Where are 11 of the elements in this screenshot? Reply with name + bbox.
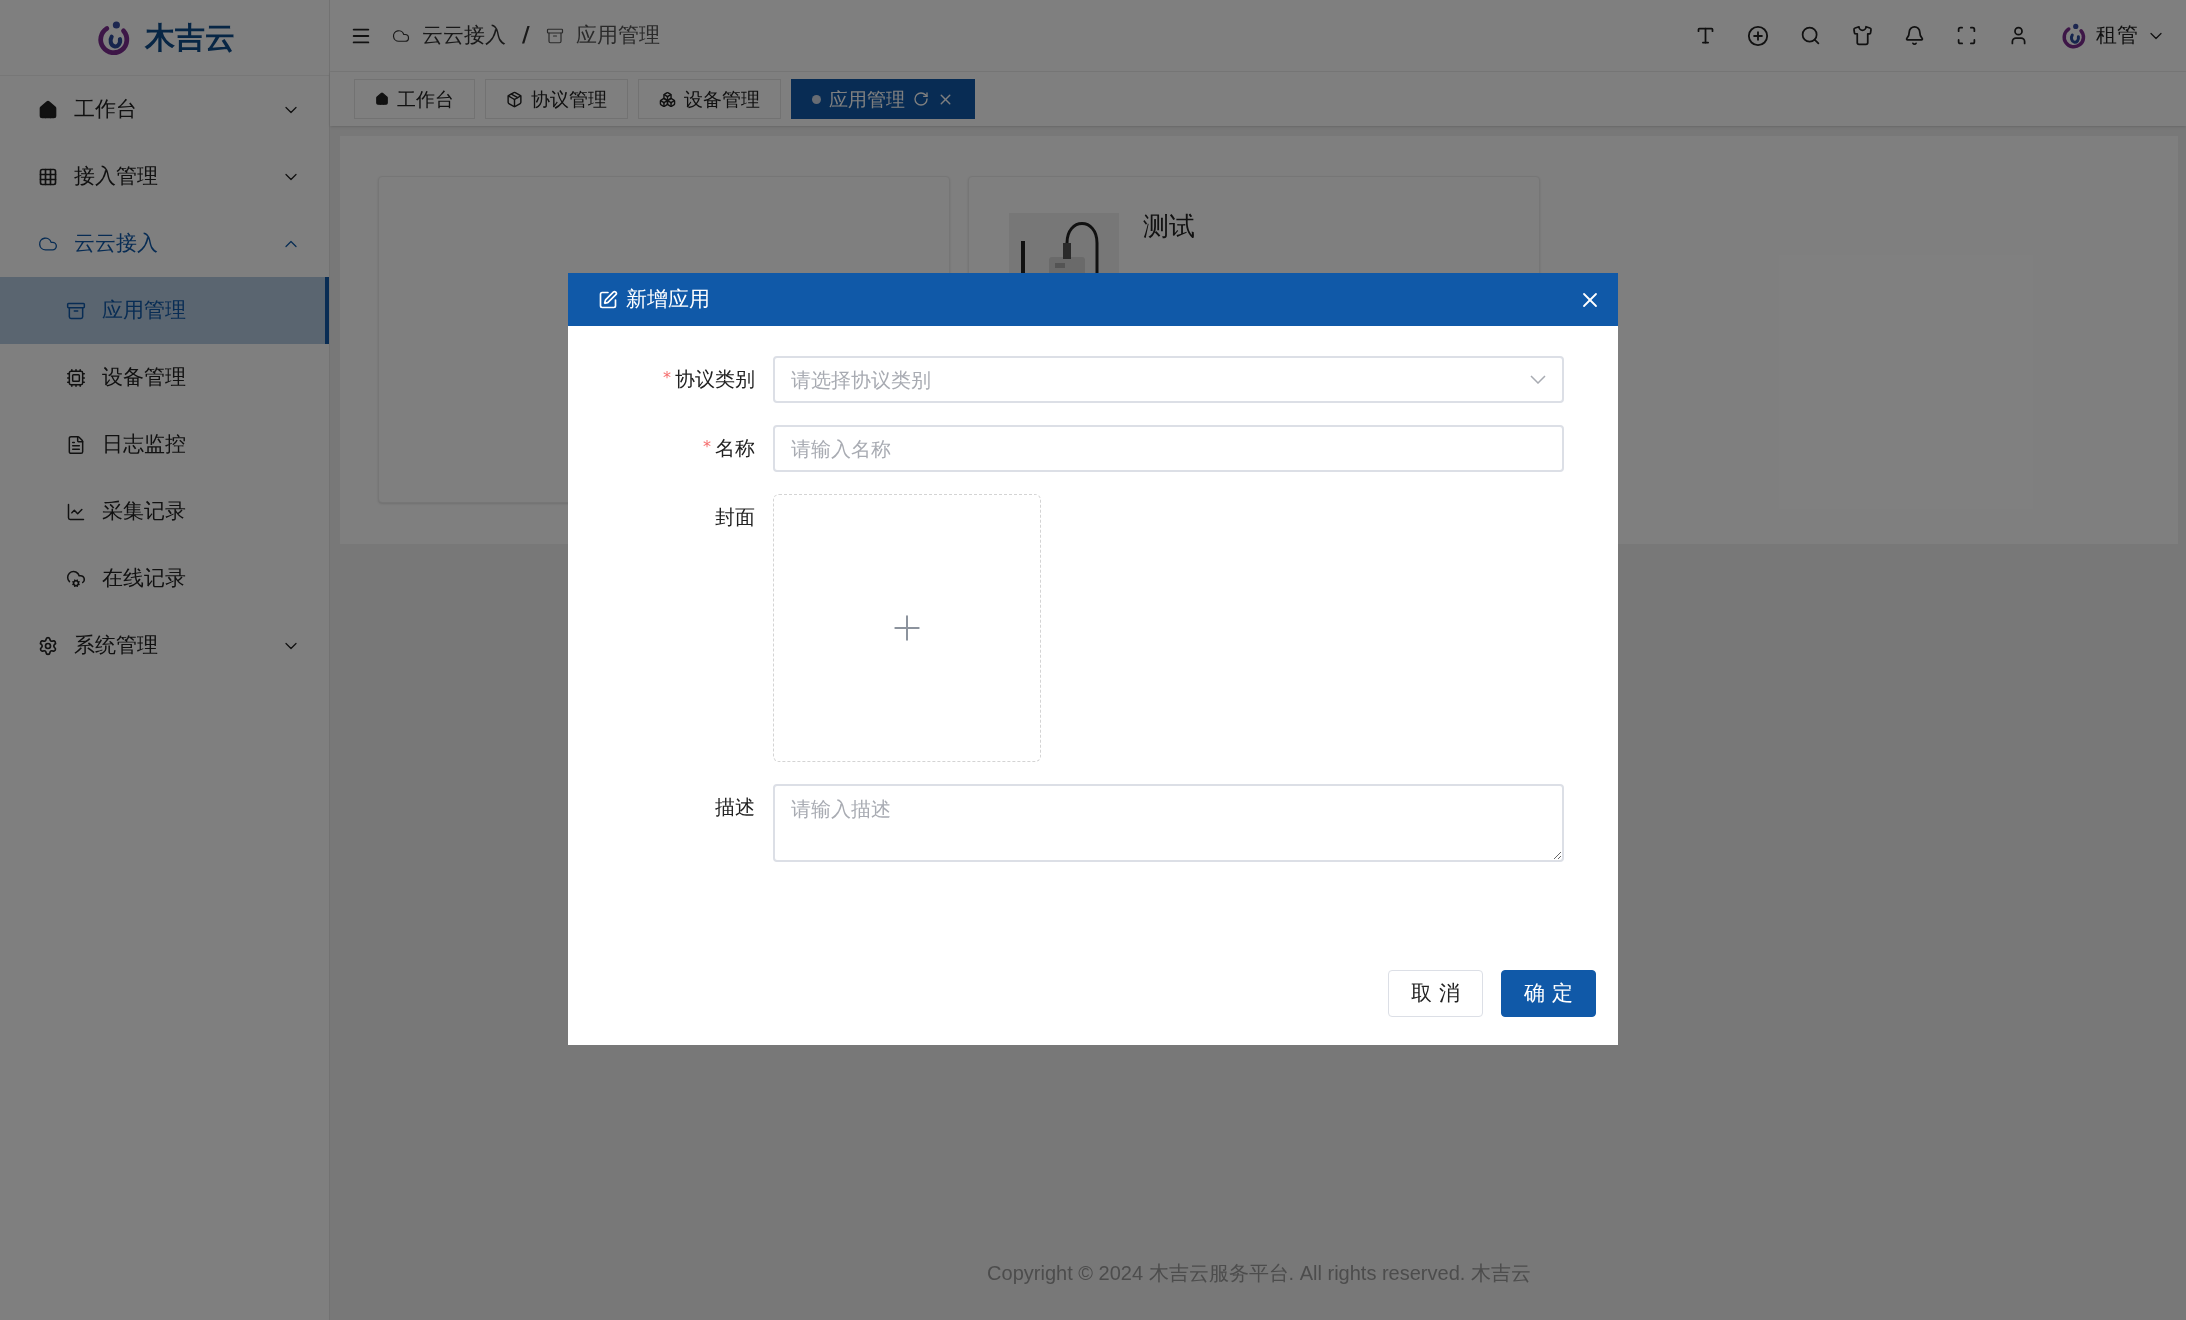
card-title: 测试	[1143, 210, 1195, 243]
field-label: 封面	[715, 504, 755, 531]
logo-text: 木吉云	[144, 19, 235, 57]
breadcrumb-separator: /	[522, 21, 530, 49]
breadcrumb-current: 应用管理	[575, 21, 660, 49]
field-label: 协议类别	[675, 366, 755, 393]
field-label: 描述	[715, 794, 755, 821]
dialog-title: 新增应用	[626, 285, 710, 313]
required-mark: *	[663, 367, 671, 389]
field-label: 名称	[715, 435, 755, 462]
required-mark: *	[703, 436, 711, 458]
